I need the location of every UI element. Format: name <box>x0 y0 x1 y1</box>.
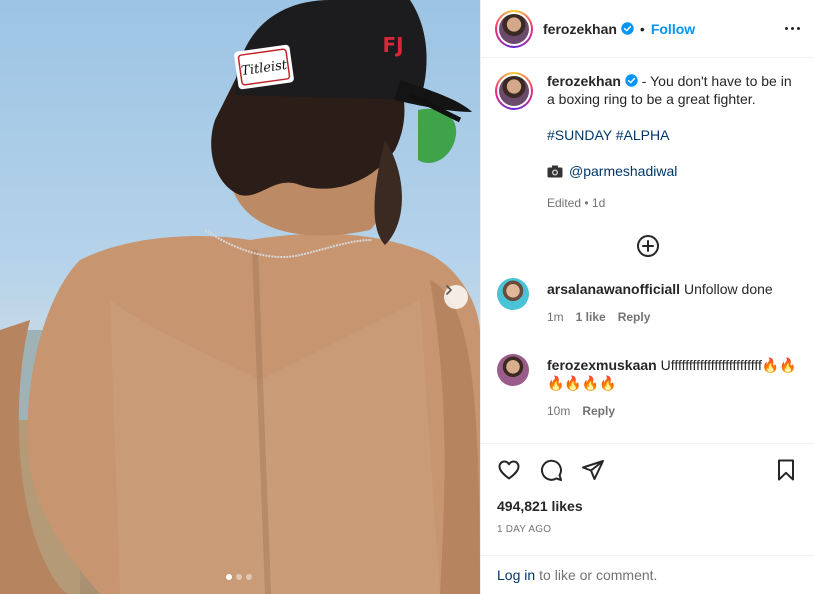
chevron-right-icon <box>446 285 452 295</box>
comment-avatar[interactable] <box>497 278 529 310</box>
comment-icon[interactable] <box>539 458 563 482</box>
bookmark-icon[interactable] <box>774 458 798 482</box>
comment-username[interactable]: ferozexmuskaan <box>547 357 657 373</box>
comment-text: Unfollow done <box>680 281 773 297</box>
comment-time: 10m <box>547 404 571 418</box>
comment-likes[interactable]: 1 like <box>576 308 606 326</box>
post-media[interactable]: Titleist FJ <box>0 0 480 594</box>
carousel-dot <box>246 574 252 580</box>
action-bar <box>481 444 814 496</box>
load-more-comments-button[interactable] <box>481 234 814 258</box>
camera-icon <box>547 164 563 182</box>
comment-item: ferozexmuskaan Uffffffffffffffffffffffff… <box>481 354 814 420</box>
comment-avatar[interactable] <box>497 354 529 386</box>
post-photo: Titleist FJ <box>0 0 480 594</box>
carousel-dot <box>236 574 242 580</box>
verified-badge-icon <box>621 22 634 35</box>
cap-side-text: FJ <box>382 33 403 57</box>
post-header: ferozekhan • Follow <box>481 0 814 58</box>
avatar[interactable] <box>495 9 533 48</box>
send-icon[interactable] <box>581 458 605 482</box>
comment-meta: 10m Reply <box>547 402 798 420</box>
separator: • <box>639 20 645 37</box>
login-prompt: Log in to like or comment. <box>481 555 814 594</box>
caption-username[interactable]: ferozekhan <box>547 73 621 89</box>
comments-scroll[interactable]: ferozekhan - You don't have to be in a b… <box>481 58 814 443</box>
header-username[interactable]: ferozekhan <box>543 21 617 37</box>
login-text: to like or comment. <box>539 567 658 583</box>
comment-meta: 1m 1 like Reply <box>547 308 773 326</box>
plus-circle-icon <box>636 235 659 257</box>
comment-reply-button[interactable]: Reply <box>618 308 651 326</box>
comment-username[interactable]: arsalanawanofficiall <box>547 281 680 297</box>
login-link[interactable]: Log in <box>497 567 535 583</box>
follow-button[interactable]: Follow <box>651 21 695 37</box>
caption-hashtags[interactable]: #SUNDAY #ALPHA <box>547 127 669 143</box>
photo-credit-link[interactable]: @parmeshadiwal <box>569 163 677 179</box>
post-panel: ferozekhan • Follow ferozekhan - You don… <box>480 0 814 594</box>
caption-edited: Edited • 1d <box>547 196 606 210</box>
caption: ferozekhan - You don't have to be in a b… <box>481 58 814 212</box>
heart-icon[interactable] <box>497 458 521 482</box>
comment-reply-button[interactable]: Reply <box>582 402 615 420</box>
more-horizontal-icon[interactable] <box>785 27 800 30</box>
post-date: 1 DAY AGO <box>497 524 552 535</box>
verified-badge-icon <box>625 74 638 87</box>
comment-item: arsalanawanofficiall Unfollow done 1m 1 li… <box>481 278 814 326</box>
comment-time: 1m <box>547 310 564 324</box>
instagram-post: Titleist FJ ferozekhan • Follow ferozekh… <box>0 0 814 594</box>
likes-count[interactable]: 494,821 likes <box>481 496 814 514</box>
carousel-indicator <box>226 574 252 580</box>
carousel-next-button[interactable] <box>444 285 468 309</box>
carousel-dot <box>226 574 232 580</box>
post-actions-area: 494,821 likes 1 DAY AGO Log in to like o… <box>481 443 814 594</box>
caption-avatar[interactable] <box>495 72 533 110</box>
